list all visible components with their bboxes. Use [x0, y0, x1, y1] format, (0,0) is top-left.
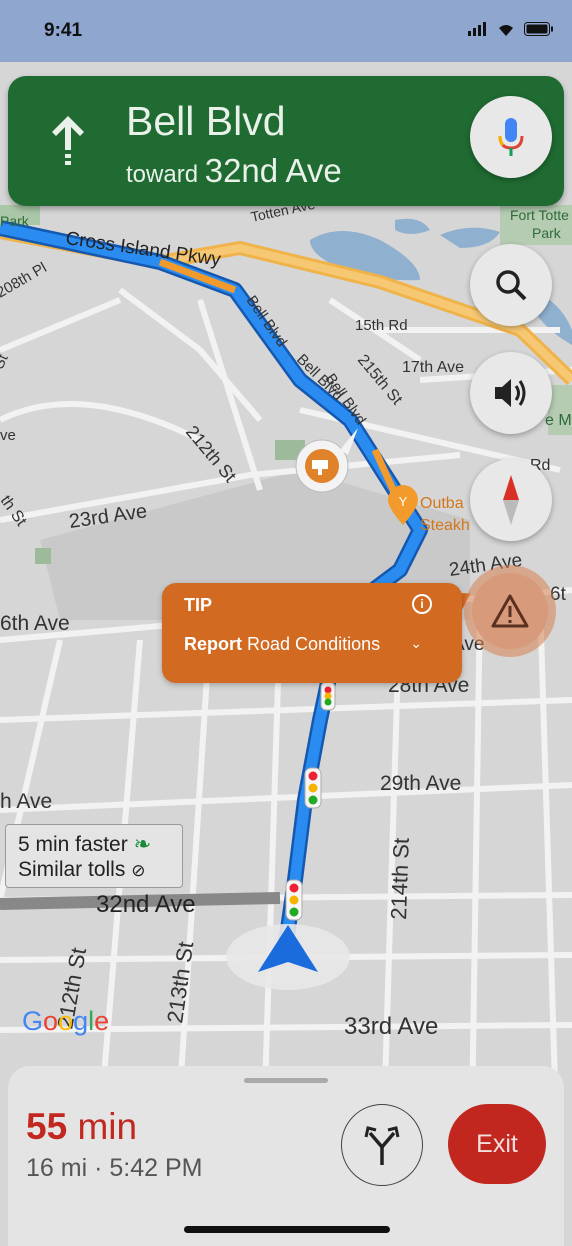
- tip-title: TIP: [184, 595, 213, 615]
- report-hazard-button[interactable]: [464, 565, 556, 657]
- drag-handle[interactable]: [244, 1078, 328, 1083]
- tolls-text: Similar tolls ⊘: [18, 858, 145, 882]
- map-label: e Mi: [545, 412, 572, 429]
- alternate-routes-icon: [364, 1126, 400, 1165]
- map-label: 17th Ave: [402, 359, 464, 376]
- trip-summary-sheet[interactable]: 55 min 16 mi · 5:42 PM Exit: [8, 1066, 564, 1246]
- volume-icon: [495, 379, 526, 407]
- battery-icon: [524, 22, 553, 36]
- svg-text:Y: Y: [399, 494, 408, 509]
- toward-street-name: 32nd Ave: [204, 152, 342, 189]
- google-logo: Google: [22, 1006, 110, 1036]
- tip-action-bold: Report: [184, 634, 242, 654]
- info-icon[interactable]: i: [412, 594, 432, 614]
- status-bar: 9:41: [0, 0, 572, 62]
- wifi-icon: [499, 25, 513, 36]
- toward-label: toward: [126, 161, 199, 188]
- status-icons: [468, 22, 554, 36]
- signal-icon: [468, 22, 486, 36]
- map-label: 214th St: [386, 837, 414, 920]
- map-label: Outba: [420, 495, 464, 512]
- separator: ·: [94, 1154, 103, 1182]
- compass-icon: [503, 475, 519, 525]
- microphone-icon: [498, 118, 524, 156]
- map-label: 15th Rd: [355, 317, 408, 334]
- tip-card[interactable]: TIP i Report Road Conditions ⌄: [162, 583, 462, 683]
- search-button[interactable]: [470, 244, 552, 326]
- traffic-light-2: [304, 767, 322, 809]
- faster-label: 5 min faster: [18, 833, 128, 856]
- faster-text: 5 min faster ❧: [18, 832, 151, 857]
- sound-button[interactable]: [470, 352, 552, 434]
- toll-icon: ⊘: [131, 861, 146, 880]
- eta-duration: 55 min: [26, 1106, 137, 1148]
- arrival-time: 5:42 PM: [109, 1154, 203, 1182]
- traffic-light-1: [320, 681, 336, 711]
- compass-button[interactable]: [470, 459, 552, 541]
- map-label: 6th Ave: [0, 612, 70, 635]
- map-label: 29th Ave: [380, 772, 461, 795]
- eta-unit: min: [77, 1106, 138, 1147]
- tip-action-text: Road Conditions: [247, 634, 381, 654]
- tolls-label: Similar tolls: [18, 858, 126, 881]
- status-time: 9:41: [44, 20, 83, 41]
- voice-search-button[interactable]: [470, 96, 552, 178]
- search-icon: [496, 270, 527, 301]
- exit-button[interactable]: Exit: [448, 1104, 546, 1184]
- toward-street: toward 32nd Ave: [126, 152, 342, 190]
- alternate-route-badge[interactable]: 5 min faster ❧ Similar tolls ⊘: [5, 824, 183, 888]
- map-label: Steakh: [420, 517, 470, 534]
- current-location-icon: [226, 924, 350, 990]
- eta-value: 55: [26, 1106, 68, 1147]
- warning-icon: [491, 594, 529, 628]
- map-label: 33rd Ave: [344, 1013, 438, 1040]
- traffic-light-3: [285, 879, 303, 921]
- map-label: h Ave: [0, 790, 52, 813]
- home-indicator[interactable]: [184, 1226, 390, 1233]
- next-street: Bell Blvd: [126, 98, 286, 144]
- map-label: Fort Totte: [510, 207, 569, 223]
- chevron-down-icon[interactable]: ⌄: [410, 635, 422, 652]
- alternate-routes-button[interactable]: [341, 1104, 423, 1186]
- trip-details: 16 mi · 5:42 PM: [26, 1154, 202, 1183]
- tip-action[interactable]: Report Road Conditions: [184, 634, 380, 655]
- arrow-up-icon: [52, 116, 84, 165]
- map-label: Park: [532, 225, 562, 241]
- trip-distance: 16 mi: [26, 1154, 88, 1182]
- hazard-button-inner: [472, 573, 548, 649]
- leaf-icon: ❧: [133, 833, 152, 856]
- map-label: ve: [0, 427, 16, 444]
- map-label: Park: [0, 213, 30, 229]
- map-label: 32nd Ave: [96, 891, 196, 918]
